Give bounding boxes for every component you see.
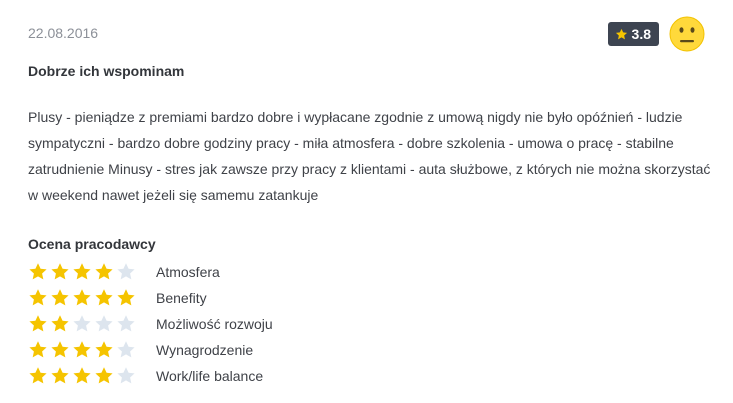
rating-row: Wynagrodzenie (28, 337, 273, 363)
rating-stars (28, 314, 156, 334)
star-empty-icon (117, 263, 135, 280)
star-filled-icon (73, 289, 91, 306)
star-filled-icon (29, 341, 47, 358)
star-filled-icon (95, 289, 113, 306)
star-filled-icon (117, 289, 135, 306)
rating-row: Benefity (28, 285, 273, 311)
score-value: 3.8 (631, 26, 651, 42)
score-badge: 3.8 (607, 22, 659, 46)
star-filled-icon (51, 289, 69, 306)
star-icon (615, 28, 627, 39)
star-empty-icon (117, 315, 135, 332)
star-empty-icon (95, 315, 113, 332)
star-filled-icon (73, 263, 91, 280)
rating-label: Wynagrodzenie (156, 342, 254, 358)
star-filled-icon (51, 367, 69, 384)
rating-stars (28, 340, 156, 360)
rating-stars (28, 366, 156, 386)
neutral-face-icon (669, 16, 705, 52)
star-empty-icon (117, 341, 135, 358)
rating-label: Atmosfera (156, 264, 220, 280)
rating-label: Benefity (156, 290, 207, 306)
rating-row: Atmosfera (28, 259, 273, 285)
rating-row: Work/life balance (28, 363, 273, 389)
rating-stars (28, 262, 156, 282)
review-date: 22.08.2016 (28, 25, 99, 41)
star-empty-icon (117, 367, 135, 384)
star-filled-icon (51, 341, 69, 358)
star-filled-icon (29, 289, 47, 306)
rating-label: Work/life balance (156, 368, 264, 384)
star-empty-icon (73, 315, 91, 332)
star-filled-icon (29, 367, 47, 384)
cutoff-text: … (56, 396, 64, 403)
rating-stars (28, 288, 156, 308)
star-filled-icon (51, 315, 69, 332)
star-filled-icon (29, 315, 47, 332)
star-filled-icon (51, 263, 69, 280)
ratings-heading: Ocena pracodawcy (28, 236, 156, 252)
review-card: 22.08.2016 3.8 Dobrze ich wspominam Plus… (0, 0, 733, 403)
score-area: 3.8 (607, 16, 705, 52)
star-filled-icon (95, 367, 113, 384)
star-filled-icon (73, 367, 91, 384)
review-title: Dobrze ich wspominam (28, 63, 185, 79)
ratings-list: Atmosfera Benefity Możliwość rozwoju Wynagr… (28, 259, 273, 389)
star-filled-icon (73, 341, 91, 358)
review-body: Plusy - pieniądze z premiami bardzo dobr… (28, 109, 711, 203)
rating-row: Możliwość rozwoju (28, 311, 273, 337)
star-filled-icon (95, 341, 113, 358)
rating-label: Możliwość rozwoju (156, 316, 273, 332)
star-filled-icon (29, 263, 47, 280)
star-filled-icon (95, 263, 113, 280)
